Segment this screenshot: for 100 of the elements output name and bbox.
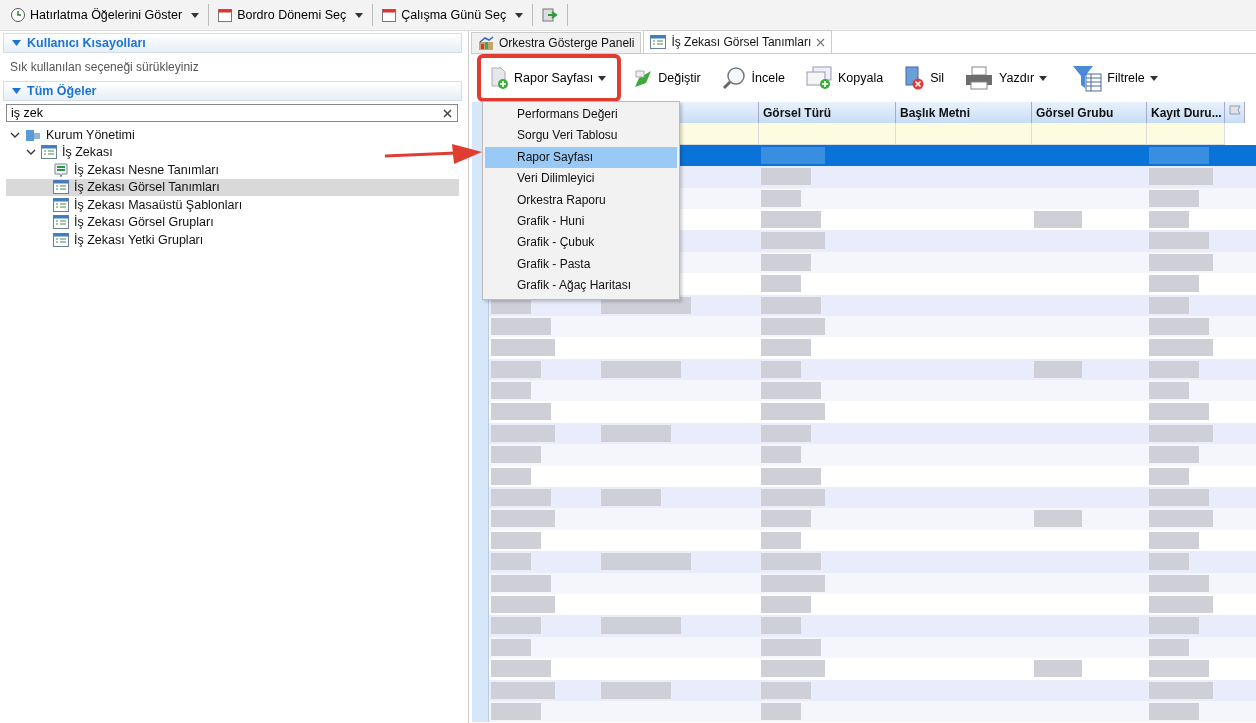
blurred-text [761,232,825,250]
blurred-text [761,660,825,678]
caret-icon [191,12,200,18]
tab[interactable]: Orkestra Gösterge Paneli [471,32,642,53]
clear-icon[interactable] [443,108,452,118]
blurred-text [1149,681,1213,699]
tree-item[interactable]: İş Zekası Görsel Tanımları [6,178,459,196]
blurred-text [761,446,801,464]
blurred-text [1034,360,1082,378]
hint-text: Sık kullanılan seçeneği sürükleyiniz [9,59,200,76]
blurred-text [491,424,555,442]
blurred-text [491,617,541,635]
tree-item[interactable]: İş Zekası Görsel Grupları [6,213,214,231]
blurred-text [1149,510,1213,528]
menu-item[interactable]: Grafik - Pasta [485,253,677,276]
calendar-icon [217,7,234,23]
search-field[interactable]: iş zek [6,104,458,122]
toolbar-button[interactable]: Kopyala [804,66,884,90]
blurred-text [1149,339,1213,357]
column-header[interactable]: Başlık Metni [896,102,1032,124]
blurred-text [1149,382,1189,400]
list-icon [53,232,69,247]
tree-item[interactable]: İş Zekası Masaüstü Şablonları [6,196,243,214]
blurred-text [491,681,555,699]
blurred-text [491,360,541,378]
menu-item[interactable]: Rapor Sayfası [485,146,677,169]
blurred-text [1149,403,1209,421]
blurred-text [761,339,811,357]
blurred-text [1149,553,1189,571]
menu-item[interactable]: Grafik - Çubuk [485,232,677,254]
export-icon [541,7,560,23]
edit-icon [633,67,654,89]
blurred-text [1149,360,1199,378]
page-add-icon [489,66,509,90]
blurred-text [761,168,811,186]
blurred-text [491,382,531,400]
blurred-text [491,638,531,656]
calendar-icon [381,7,398,23]
menu-item[interactable]: Sorgu Veri Tablosu [485,125,677,147]
blurred-text [1149,296,1189,314]
blurred-text [1149,275,1199,293]
toolbar-button[interactable]: Sil [903,65,945,91]
list-icon [650,35,667,49]
blurred-text [1149,617,1199,635]
toolbar-button[interactable]: Filtrele [1072,64,1145,92]
blurred-text [761,253,811,271]
blurred-text [491,510,555,528]
column-header[interactable]: Kayıt Duru... [1147,102,1225,124]
toolbar-button[interactable]: Değiştir [633,67,701,89]
blurred-text [1149,317,1209,335]
column-header[interactable]: Görsel Grubu [1032,102,1147,124]
list-icon [53,180,69,195]
blurred-text [491,489,551,507]
menu-item[interactable]: Grafik - Ağaç Haritası [485,275,677,297]
close-icon[interactable] [816,37,826,47]
toolbar-button[interactable]: Bordro Dönemi Seç [213,4,351,26]
flag-icon [1228,105,1242,117]
blurred-text [1034,660,1082,678]
tree-item[interactable]: Kurum Yönetimi [6,126,135,144]
blurred-text [1149,531,1199,549]
tree-item[interactable]: İş Zekası [6,143,113,161]
blurred-text [1149,660,1209,678]
tree-item[interactable]: İş Zekası Yetki Grupları [6,231,204,249]
list-icon [53,215,69,230]
menu-item[interactable]: Veri Dilimleyici [485,168,677,190]
menu-item[interactable]: Performans Değeri [485,104,677,126]
column-header[interactable]: Görsel Türü [759,102,896,124]
menu-item[interactable]: Orkestra Raporu [485,189,677,211]
toolbar-button[interactable]: Yazdır [964,66,1035,90]
blurred-text [491,596,555,613]
toolbar-button[interactable]: Çalışma Günü Seç [377,4,511,26]
caret-icon [1039,75,1048,81]
toolbar-button[interactable]: Rapor Sayfası [489,66,594,90]
blurred-text [761,275,801,293]
blurred-text [1149,446,1199,464]
copy-icon [804,66,833,90]
tab[interactable]: İş Zekası Görsel Tanımları [643,30,833,53]
blurred-text [761,382,821,400]
blurred-text [1149,574,1209,592]
caret-icon [515,12,524,18]
object-icon [53,161,69,178]
list-icon [41,145,57,160]
blurred-text [1034,510,1082,528]
section-header[interactable]: Tüm Öğeler [3,81,462,101]
blurred-text [761,210,821,228]
menu-item[interactable]: Grafik - Huni [485,210,677,233]
section-header[interactable]: Kullanıcı Kısayolları [3,33,462,53]
blurred-text [761,403,825,421]
toolbar-button[interactable]: Hatırlatma Öğelerini Göster [6,4,187,26]
blurred-text [761,296,821,314]
clock-icon [10,7,26,23]
blurred-text [761,702,801,720]
delete-icon [903,65,926,91]
toolbar-button[interactable]: İncele [720,65,785,91]
tree-item[interactable]: İş Zekası Nesne Tanımları [6,161,219,179]
funnel-icon [1072,64,1103,92]
caret-icon [1149,75,1158,81]
blurred-text [761,596,811,613]
blurred-text [1149,467,1189,485]
blurred-text [491,660,551,678]
